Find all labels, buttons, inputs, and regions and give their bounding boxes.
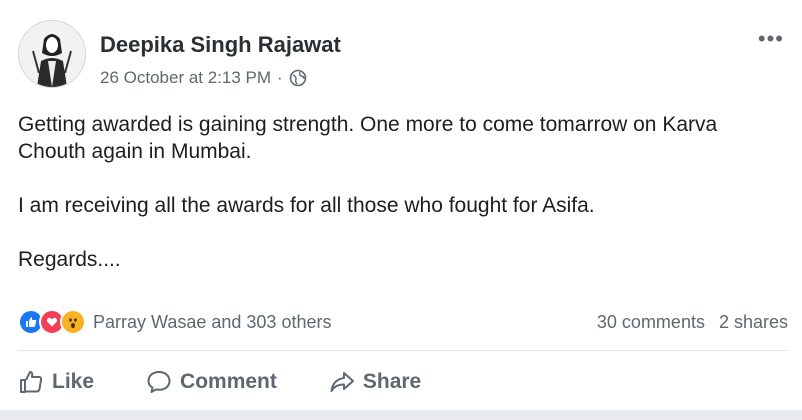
wow-icon [60,309,86,335]
meta-separator: · [277,68,283,87]
share-label: Share [362,370,422,393]
reaction-names[interactable]: Parray Wasae and 303 others [93,312,331,333]
share-icon [330,372,354,392]
post-body: Getting awarded is gaining strength. One… [18,111,788,273]
author-name[interactable]: Deepika Singh Rajawat [100,32,341,58]
comment-button[interactable]: Comment [138,369,285,395]
post-paragraph: I am receiving all the awards for all th… [18,194,595,217]
reactions-bar: Parray Wasae and 303 others 30 comments … [18,309,788,335]
comment-icon [147,371,171,393]
share-button[interactable]: Share [321,369,429,395]
like-button[interactable]: Like [10,369,102,395]
globe-icon[interactable] [289,69,307,87]
like-label: Like [52,370,95,393]
avatar[interactable] [18,20,86,88]
engagement-counts: 30 comments 2 shares [597,312,788,333]
comments-count[interactable]: 30 comments [597,312,705,333]
post-paragraph: Getting awarded is gaining strength. One… [18,113,718,163]
post-paragraph: Regards.... [18,248,121,271]
more-options-icon[interactable]: ••• [758,28,784,50]
feed-separator [0,410,802,420]
post-header: Deepika Singh Rajawat 26 October at 2:13… [18,20,788,100]
divider [18,350,788,351]
post-actions: Like Comment Share [10,360,510,404]
avatar-sketch-icon [19,21,85,87]
shares-count[interactable]: 2 shares [719,312,788,333]
comment-label: Comment [180,370,277,393]
post-meta: 26 October at 2:13 PM · [100,68,307,88]
reaction-icons[interactable] [18,309,86,335]
post-timestamp[interactable]: 26 October at 2:13 PM [100,68,271,88]
thumbs-up-icon [20,371,43,393]
facebook-post: Deepika Singh Rajawat 26 October at 2:13… [0,0,802,420]
